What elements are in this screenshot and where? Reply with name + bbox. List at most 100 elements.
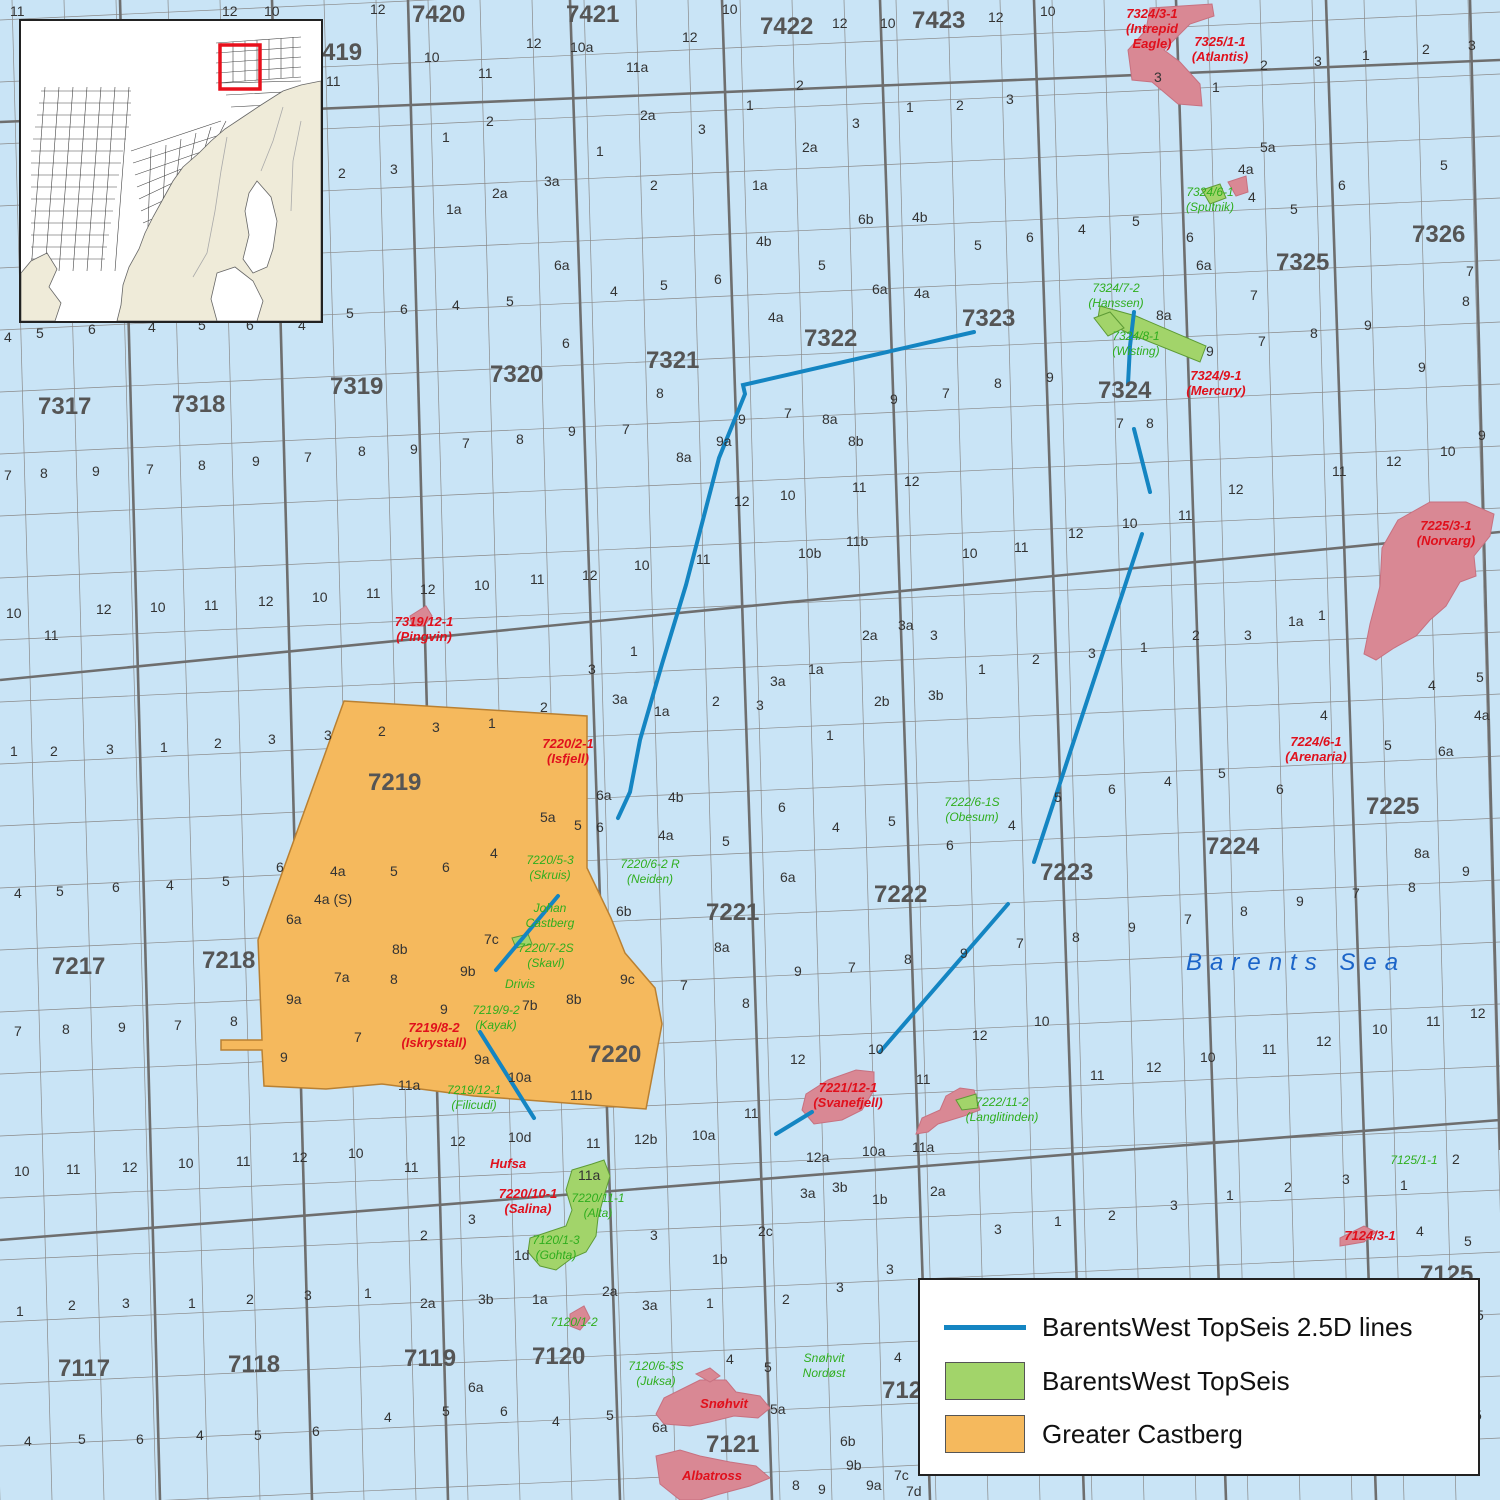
well-label-w-hufsa[interactable]: Hufsa — [490, 1156, 526, 1171]
block-number: 7 — [1352, 885, 1360, 901]
block-number: 3 — [468, 1211, 476, 1227]
block-number: 10a — [570, 39, 594, 55]
block-number: 6 — [714, 271, 722, 287]
well-label-g7324-6-1[interactable]: 7324/6-1(Sputnik) — [1186, 185, 1234, 214]
block-number: 9c — [620, 971, 635, 987]
well-label-g7120-1-3[interactable]: 7120/1-3(Gohta) — [532, 1233, 580, 1262]
block-number: 5 — [888, 813, 896, 829]
quadrant-label: 7317 — [38, 393, 91, 420]
block-number: 4b — [912, 209, 928, 225]
block-number: 10 — [1440, 443, 1456, 459]
block-number: 5 — [346, 305, 354, 321]
block-number: 10 — [1200, 1049, 1216, 1065]
quadrant-label: 7118 — [228, 1351, 280, 1378]
block-number: 5a — [540, 809, 556, 825]
block-number: 10 — [1034, 1013, 1050, 1029]
block-number: 2 — [1284, 1179, 1292, 1195]
well-label-w7319-12-1[interactable]: 7319/12-1(Pingvin) — [395, 614, 454, 644]
block-number: 3 — [698, 121, 706, 137]
block-number: 10 — [178, 1155, 194, 1171]
block-number: 2b — [874, 693, 890, 709]
well-label-line: 7225/3-1 — [1420, 518, 1471, 533]
block-number: 10 — [880, 15, 896, 31]
well-label-w7224-6-1[interactable]: 7224/6-1(Arenaria) — [1285, 734, 1346, 764]
block-number: 5 — [78, 1431, 86, 1447]
block-number: 11 — [1262, 1041, 1277, 1057]
quadrant-label: 7220 — [588, 1041, 641, 1068]
well-label-g7222-6-1s[interactable]: 7222/6-1S(Obesum) — [944, 795, 999, 824]
block-number: 11a — [626, 59, 649, 75]
block-number: 12 — [1470, 1005, 1486, 1021]
well-label-g-snohvit-nordost[interactable]: SnøhvitNordøst — [803, 1351, 846, 1380]
block-number: 6a — [468, 1379, 484, 1395]
block-number: 1 — [630, 643, 638, 659]
block-number: 6a — [596, 787, 612, 803]
well-label-line: (Pingvin) — [396, 629, 452, 644]
well-label-line: 7120/1-3 — [532, 1233, 580, 1247]
well-label-w-snohvit[interactable]: Snøhvit — [700, 1396, 748, 1411]
block-number: 11 — [1332, 463, 1347, 479]
well-label-g7324-8-1[interactable]: 7324/8-1(Wisting) — [1112, 329, 1159, 358]
block-number: 12 — [122, 1159, 138, 1175]
block-number: 9 — [1296, 893, 1304, 909]
well-label-w-albatross[interactable]: Albatross — [681, 1468, 742, 1483]
block-number: 12 — [734, 493, 750, 509]
well-label-w7225-3-1[interactable]: 7225/3-1(Norvarg) — [1417, 518, 1476, 548]
well-label-g7120-1-2[interactable]: 7120/1-2 — [550, 1315, 598, 1329]
block-number: 5 — [1440, 157, 1448, 173]
well-label-line: 7222/11-2 — [975, 1095, 1028, 1109]
well-label-g7222-11-2[interactable]: 7222/11-2(Langlitinden) — [966, 1095, 1039, 1124]
block-number: 9a — [866, 1477, 882, 1493]
well-label-w7325-1-1[interactable]: 7325/1-1(Atlantis) — [1192, 34, 1248, 64]
well-label-w7124-3-1[interactable]: 7124/3-1 — [1344, 1228, 1395, 1243]
block-number: 1 — [706, 1295, 714, 1311]
well-label-line: (Alta) — [584, 1206, 613, 1220]
block-number: 3 — [930, 627, 938, 643]
quadrant-label: 7325 — [1276, 249, 1329, 276]
block-number: 10 — [868, 1041, 884, 1057]
block-number: 10 — [150, 599, 166, 615]
block-number: 4 — [552, 1413, 560, 1429]
well-label-w7220-2-1[interactable]: 7220/2-1(Isfjell) — [542, 736, 593, 766]
overview-inset-map — [19, 19, 323, 323]
well-label-g7219-12-1[interactable]: 7219/12-1(Filicudi) — [447, 1083, 501, 1112]
well-label-line: (Norvarg) — [1417, 533, 1476, 548]
block-number: 7 — [1016, 935, 1024, 951]
well-label-w7221-12-1[interactable]: 7221/12-1(Svanefjell) — [813, 1080, 882, 1110]
well-label-w7324-3-1[interactable]: 7324/3-1(IntrepidEagle) — [1126, 6, 1179, 51]
well-label-w7324-9-1[interactable]: 7324/9-1(Mercury) — [1186, 368, 1245, 398]
well-label-g7219-9-2[interactable]: 7219/9-2(Kayak) — [472, 1003, 520, 1032]
block-number: 7 — [304, 449, 312, 465]
well-label-g7125-1-1[interactable]: 7125/1-1 — [1390, 1153, 1437, 1167]
block-number: 10 — [312, 589, 328, 605]
block-number: 1 — [442, 129, 450, 145]
block-number: 5 — [574, 817, 582, 833]
block-number: 8 — [1462, 293, 1470, 309]
block-number: 7 — [174, 1017, 182, 1033]
well-label-g7324-7-2[interactable]: 7324/7-2(Hanssen) — [1088, 281, 1143, 310]
block-number: 6 — [442, 859, 450, 875]
well-label-line: (Wisting) — [1112, 344, 1159, 358]
block-number: 1 — [188, 1295, 196, 1311]
well-label-w7220-10-1[interactable]: 7220/10-1(Salina) — [499, 1186, 558, 1216]
block-number: 2 — [1452, 1151, 1460, 1167]
well-label-w7219-8-2[interactable]: 7219/8-2(Iskrystall) — [401, 1020, 466, 1050]
block-number: 11 — [530, 571, 545, 587]
block-number: 11 — [696, 551, 711, 567]
block-number: 10a — [692, 1127, 716, 1143]
well-label-line: 7319/12-1 — [395, 614, 454, 629]
well-label-g-drivis[interactable]: Drivis — [505, 977, 535, 991]
well-label-g7120-6-3s[interactable]: 7120/6-3S(Juksa) — [628, 1359, 683, 1388]
block-number: 1 — [1212, 79, 1220, 95]
block-number: 12 — [450, 1133, 466, 1149]
quadrant-label: 7326 — [1412, 221, 1465, 248]
block-number: 12 — [526, 35, 542, 51]
well-label-line: 7220/10-1 — [499, 1186, 558, 1201]
quadrant-label: 7119 — [404, 1345, 456, 1372]
block-number: 8 — [1310, 325, 1318, 341]
well-label-g7220-5-3[interactable]: 7220/5-3(Skruis) — [526, 853, 574, 882]
block-number: 11 — [1178, 507, 1193, 523]
well-label-line: 7124/3-1 — [1344, 1228, 1395, 1243]
well-label-g7220-6-2r[interactable]: 7220/6-2 R(Neiden) — [620, 857, 680, 886]
block-number: 1a — [446, 201, 462, 217]
